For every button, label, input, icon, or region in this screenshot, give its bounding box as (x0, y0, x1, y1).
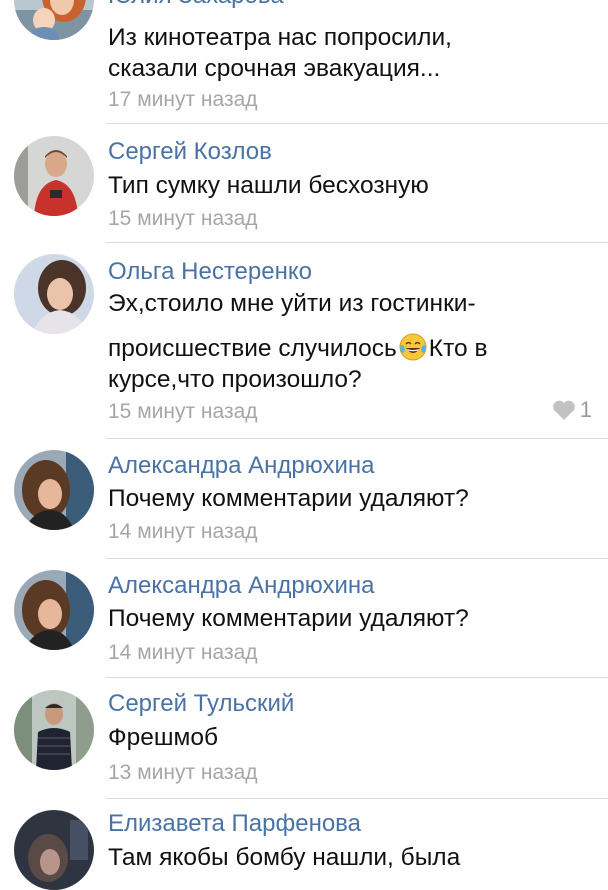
comment-text: происшествие случилось Кто в (108, 332, 487, 362)
avatar-photo (14, 0, 94, 40)
comment-timestamp: 14 минут назад (108, 641, 258, 664)
avatar-photo (14, 570, 94, 650)
avatar-photo (14, 810, 94, 890)
avatar[interactable] (14, 810, 94, 890)
avatar[interactable] (14, 254, 94, 334)
comment-timestamp: 15 минут назад (108, 400, 258, 423)
comment-author[interactable]: Сергей Тульский (108, 692, 294, 716)
avatar[interactable] (14, 0, 94, 40)
avatar-photo (14, 136, 94, 216)
comment-text: Фрешмоб (108, 724, 219, 751)
comment-author[interactable]: Александра Андрюхина (108, 574, 374, 598)
comment-text-segment: Кто в (428, 335, 488, 362)
comment-item: Сергей Тульский Фрешмоб 13 минут назад (0, 680, 608, 800)
divider (106, 798, 608, 799)
comment-timestamp: 17 минут назад (108, 88, 258, 111)
comment-author[interactable]: Сергей Козлов (108, 140, 272, 164)
tears-of-joy-emoji (399, 333, 427, 361)
comments-list: Юлия Захарова Из кинотеатра нас попросил… (0, 0, 608, 890)
avatar-photo (14, 254, 94, 334)
heart-icon (552, 400, 575, 420)
divider (106, 242, 608, 243)
comment-text: Почему комментарии удаляют? (108, 485, 469, 512)
comment-text: сказали срочная эвакуация... (108, 55, 441, 82)
comment-author[interactable]: Ольга Нестеренко (108, 260, 312, 284)
comment-item: Александра Андрюхина Почему комментарии … (0, 562, 608, 680)
comment-text-segment: происшествие случилось (108, 335, 397, 362)
avatar[interactable] (14, 450, 94, 530)
divider (106, 438, 608, 439)
avatar[interactable] (14, 570, 94, 650)
comment-timestamp: 14 минут назад (108, 520, 258, 543)
comment-text: курсе,что произошло? (108, 366, 362, 393)
comment-item: Сергей Козлов Тип сумку нашли бесхозную … (0, 124, 608, 244)
comment-text: Эх,стоило мне уйти из гостинки- (108, 290, 476, 317)
like-count: 1 (579, 397, 592, 422)
avatar-photo (14, 690, 94, 770)
divider (106, 558, 608, 559)
comment-text: Почему комментарии удаляют? (108, 605, 469, 632)
comment-text: Тип сумку нашли бесхозную (108, 172, 429, 199)
comment-item: Елизавета Парфенова Там якобы бомбу нашл… (0, 800, 608, 890)
comment-author[interactable]: Елизавета Парфенова (108, 812, 361, 836)
comment-item: Александра Андрюхина Почему комментарии … (0, 440, 608, 562)
comment-author[interactable]: Юлия Захарова (108, 0, 284, 8)
comment-text: Из кинотеатра нас попросили, (108, 24, 452, 51)
divider (106, 677, 608, 678)
avatar[interactable] (14, 136, 94, 216)
like-button[interactable]: 1 (552, 399, 592, 421)
comment-author[interactable]: Александра Андрюхина (108, 454, 374, 478)
comment-text: Там якобы бомбу нашли, была (108, 844, 461, 871)
avatar-photo (14, 450, 94, 530)
comment-timestamp: 15 минут назад (108, 207, 258, 230)
comment-item: Ольга Нестеренко Эх,стоило мне уйти из г… (0, 244, 608, 440)
avatar[interactable] (14, 690, 94, 770)
comment-timestamp: 13 минут назад (108, 761, 258, 784)
comment-item: Юлия Захарова Из кинотеатра нас попросил… (0, 0, 608, 124)
